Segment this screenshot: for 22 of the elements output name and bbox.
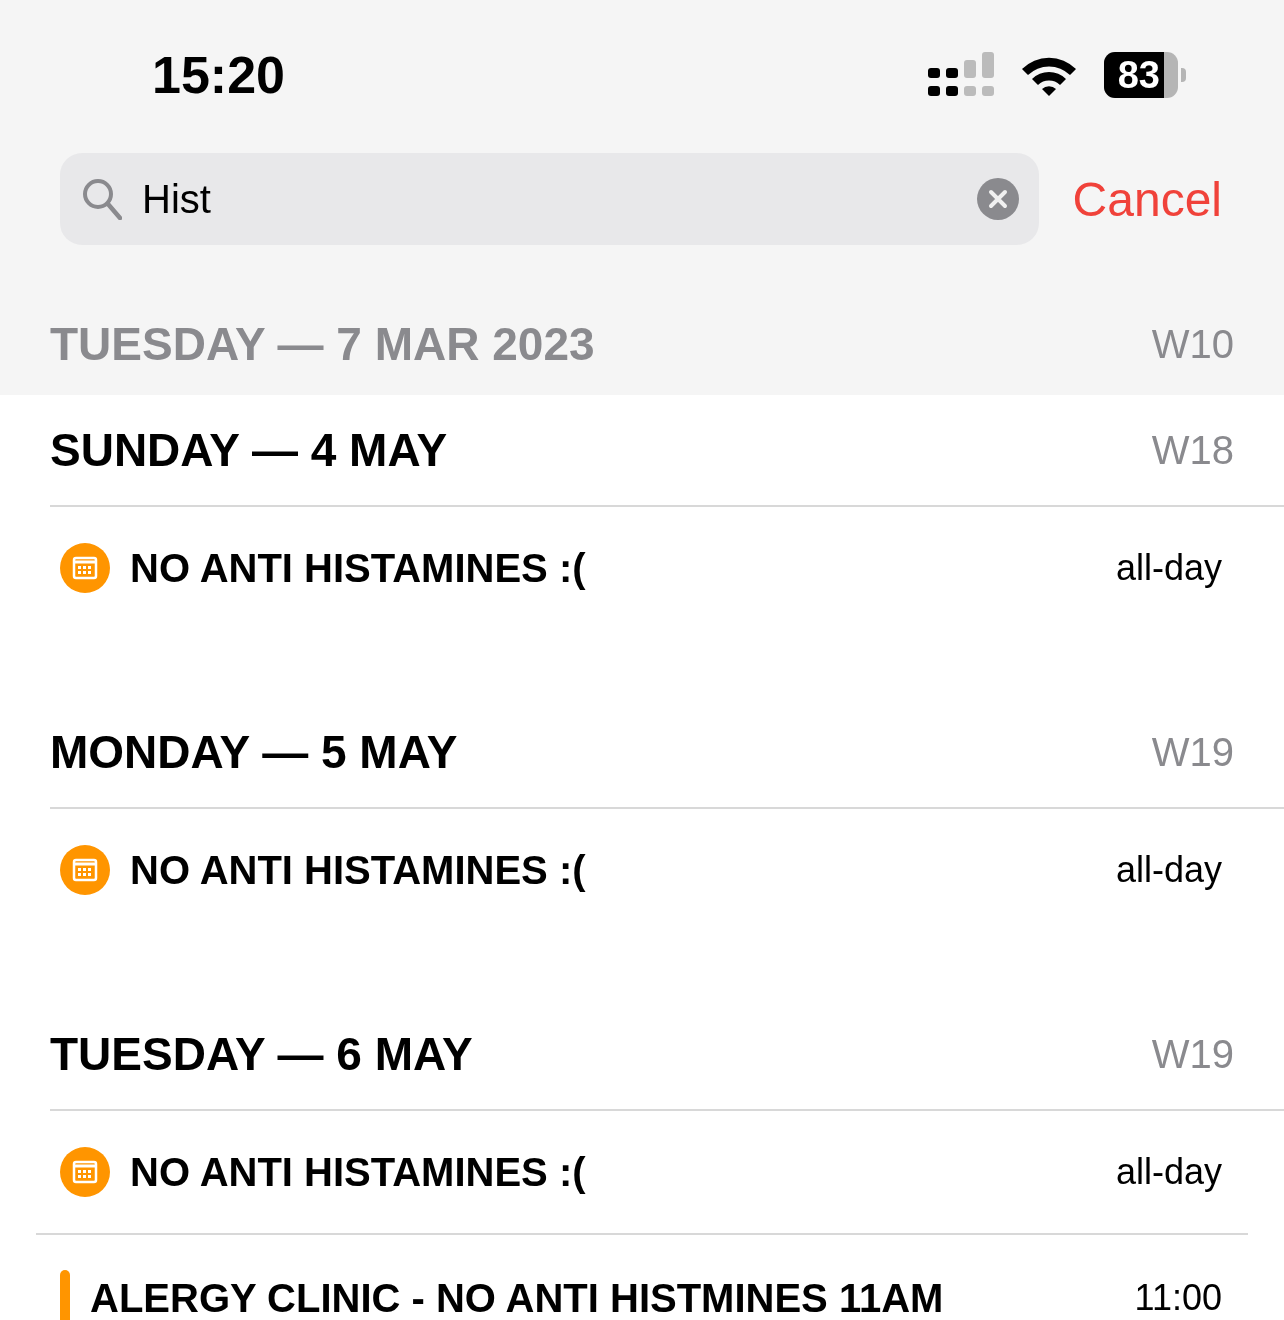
status-time: 15:20 — [152, 45, 285, 105]
clear-icon[interactable] — [976, 178, 1019, 220]
event-title[interactable]: NO ANTI HISTAMINES :( — [130, 847, 1096, 893]
week-number: W10 — [1151, 321, 1234, 367]
search-input[interactable]: Hist — [142, 176, 957, 222]
event-time: all-day — [1115, 1151, 1222, 1193]
search-icon — [82, 178, 122, 220]
event-time: all-day — [1115, 849, 1222, 891]
event-time: all-day — [1115, 547, 1222, 589]
day-header: TUESDAY — 6 MAY — [50, 1027, 473, 1081]
day-header: TUESDAY — 7 MAR 2023 — [50, 317, 595, 371]
event-title[interactable]: ALERGY CLINIC - NO ANTI HISTMINES 11AM — [90, 1275, 1115, 1320]
day-header: SUNDAY — 4 MAY — [50, 423, 448, 477]
event-time: 11:00 — [1134, 1277, 1222, 1319]
week-number: W19 — [1151, 729, 1234, 775]
day-header: MONDAY — 5 MAY — [50, 725, 458, 779]
search-field[interactable]: Hist — [60, 153, 1039, 245]
week-number: W19 — [1151, 1031, 1234, 1077]
signal-icon — [927, 52, 994, 98]
event-title[interactable]: NO ANTI HISTAMINES :( — [130, 1149, 1096, 1195]
event-title[interactable]: NO ANTI HISTAMINES :( — [130, 545, 1096, 591]
week-number: W18 — [1151, 427, 1234, 473]
